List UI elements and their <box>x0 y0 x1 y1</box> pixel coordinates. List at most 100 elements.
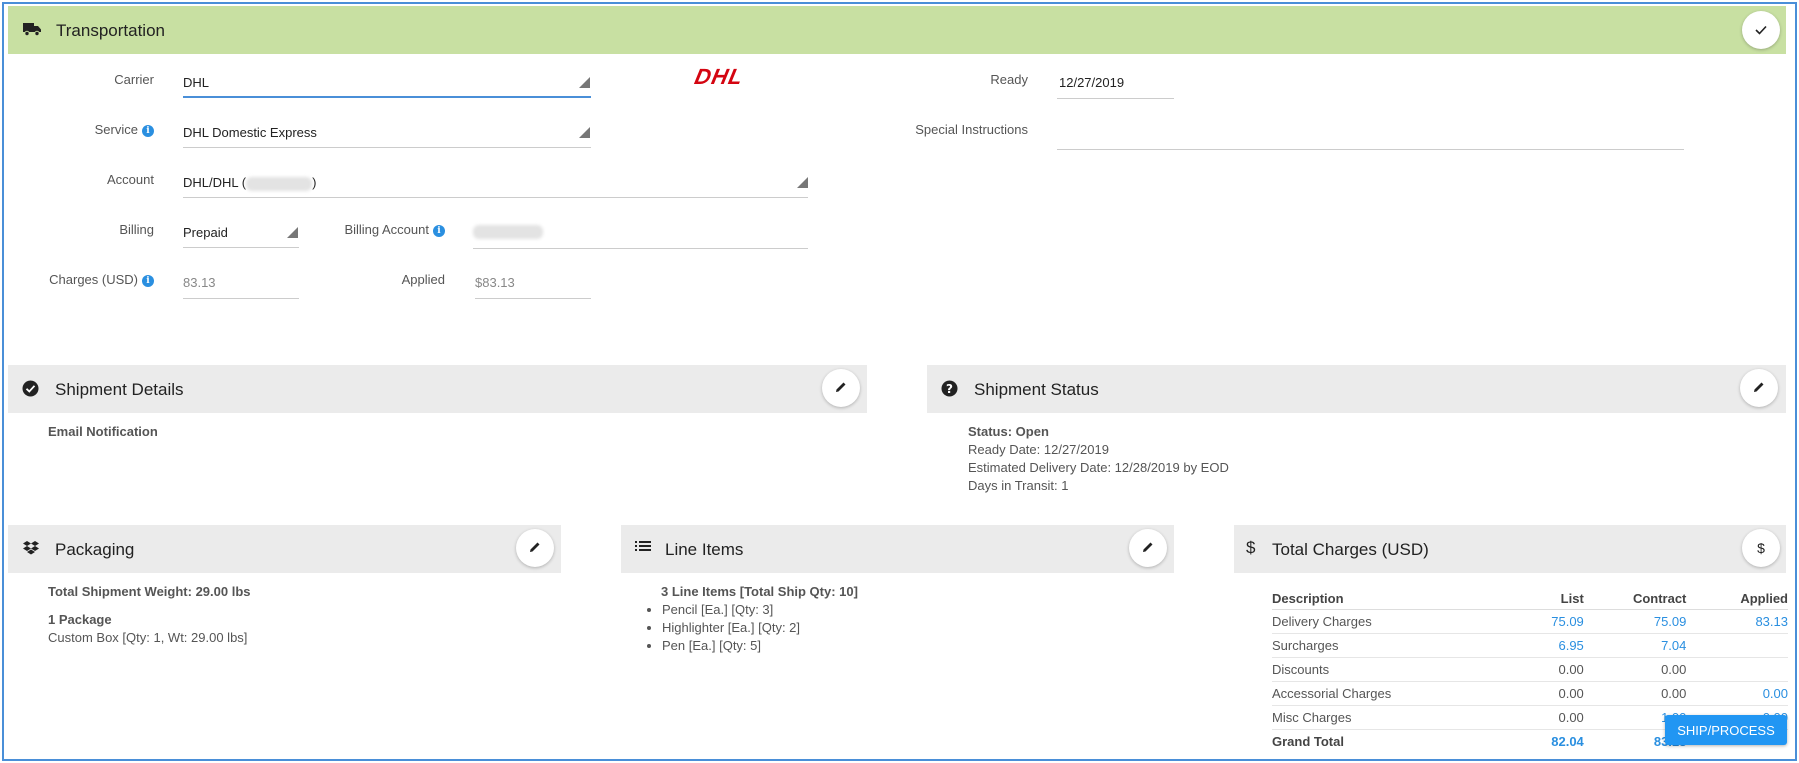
table-cell-link[interactable]: 7.04 <box>1583 633 1687 658</box>
table-cell: 0.00 <box>1483 657 1584 682</box>
carrier-select-underline <box>183 96 591 98</box>
total-charges-title: Total Charges (USD) <box>1272 540 1429 559</box>
billing-account-underline <box>473 248 808 249</box>
account-dropdown-arrow[interactable] <box>797 177 808 188</box>
info-icon[interactable]: i <box>142 275 154 287</box>
table-cell: 0.00 <box>1483 705 1584 730</box>
truck-icon <box>23 22 41 39</box>
edit-shipment-details-button[interactable] <box>822 369 860 407</box>
applied-label: Applied <box>401 272 445 287</box>
charges-value: 83.13 <box>183 275 216 290</box>
pencil-icon <box>529 541 541 556</box>
column-header: Contract <box>1583 587 1687 610</box>
shipment-status-header: ? Shipment Status <box>927 365 1786 413</box>
table-row: Discounts 0.00 0.00 <box>1272 657 1788 682</box>
ready-date-underline <box>1057 98 1174 99</box>
carrier-select-value[interactable]: DHL <box>183 75 209 90</box>
ship-process-button[interactable]: SHIP/PROCESS <box>1665 715 1787 745</box>
redacted-account-number <box>246 176 313 191</box>
table-header-row: Description List Contract Applied <box>1272 587 1788 610</box>
service-label: Service i <box>40 122 154 137</box>
charges-underline <box>183 298 299 299</box>
table-cell: 0.00 <box>1583 657 1687 682</box>
edit-line-items-button[interactable] <box>1129 529 1167 567</box>
pencil-icon <box>835 381 847 396</box>
table-cell-link[interactable]: 82.04 <box>1483 730 1584 754</box>
list-item: Pen [Ea.] [Qty: 5] <box>662 637 858 655</box>
line-items-title: Line Items <box>665 540 744 559</box>
info-icon[interactable]: i <box>433 225 445 237</box>
account-select-value[interactable]: DHL/DHL () <box>183 175 316 191</box>
column-header: Applied <box>1686 587 1788 610</box>
dropbox-icon <box>22 540 40 559</box>
redacted-billing-account <box>473 224 543 239</box>
shipment-details-title: Shipment Details <box>55 380 184 399</box>
table-cell-link[interactable]: 6.95 <box>1483 633 1584 658</box>
edit-packaging-button[interactable] <box>516 529 554 567</box>
account-prefix: DHL/DHL ( <box>183 175 247 190</box>
table-cell-link[interactable]: 0.00 <box>1686 681 1788 706</box>
check-icon <box>1755 23 1767 38</box>
status-value: Status: Open <box>968 424 1049 439</box>
billing-account-label-text: Billing Account <box>344 222 429 237</box>
table-cell <box>1686 657 1788 682</box>
line-items-list: Pencil [Ea.] [Qty: 3] Highlighter [Ea.] … <box>644 601 858 655</box>
billing-account-label: Billing Account i <box>320 222 445 237</box>
account-suffix: ) <box>312 175 317 190</box>
carrier-dropdown-arrow[interactable] <box>579 77 590 88</box>
applied-underline <box>475 298 591 299</box>
service-dropdown-arrow[interactable] <box>579 127 590 138</box>
billing-account-input[interactable] <box>473 223 543 239</box>
transportation-title: Transportation <box>56 21 165 40</box>
billing-dropdown-arrow[interactable] <box>287 227 298 238</box>
package-detail-text: Custom Box [Qty: 1, Wt: 29.00 lbs] <box>48 630 248 645</box>
table-row: Accessorial Charges 0.00 0.00 0.00 <box>1272 681 1788 706</box>
shipment-status-info: Status: Open Ready Date: 12/27/2019 Esti… <box>968 423 1229 495</box>
charges-label: Charges (USD) i <box>30 272 154 287</box>
account-select-underline <box>183 197 808 198</box>
special-instructions-underline <box>1057 149 1684 150</box>
billing-select-underline <box>183 247 299 248</box>
estimated-delivery-text: Estimated Delivery Date: 12/28/2019 by E… <box>968 460 1229 475</box>
table-row: Surcharges 6.95 7.04 <box>1272 633 1788 658</box>
packaging-header: Packaging <box>8 525 561 573</box>
table-cell-link[interactable]: 75.09 <box>1483 609 1584 634</box>
carrier-label: Carrier <box>114 72 154 87</box>
column-header: List <box>1483 587 1584 610</box>
edit-shipment-status-button[interactable] <box>1740 369 1778 407</box>
ready-date-text: Ready Date: 12/27/2019 <box>968 442 1109 457</box>
question-circle-icon: ? <box>941 380 958 400</box>
billing-select-value[interactable]: Prepaid <box>183 225 228 240</box>
charges-label-text: Charges (USD) <box>49 272 138 287</box>
table-cell-link[interactable]: 75.09 <box>1583 609 1687 634</box>
dhl-logo: DHL <box>692 64 746 89</box>
table-cell: Grand Total <box>1272 734 1344 750</box>
info-icon[interactable]: i <box>142 125 154 137</box>
line-items-summary: 3 Line Items [Total Ship Qty: 10] <box>661 584 858 599</box>
ready-date-input[interactable]: 12/27/2019 <box>1059 75 1124 90</box>
list-item: Pencil [Ea.] [Qty: 3] <box>662 601 858 619</box>
table-cell-link[interactable]: 83.13 <box>1686 609 1788 634</box>
total-charges-header: $ Total Charges (USD) $ <box>1234 525 1786 573</box>
table-cell: Accessorial Charges <box>1272 681 1484 706</box>
line-items-info: 3 Line Items [Total Ship Qty: 10] Pencil… <box>644 583 858 655</box>
confirm-button[interactable] <box>1742 11 1780 49</box>
line-items-header: Line Items <box>621 525 1174 573</box>
email-notification-label: Email Notification <box>48 424 158 439</box>
shipment-status-title: Shipment Status <box>974 380 1099 399</box>
list-icon <box>635 540 651 555</box>
table-cell: Misc Charges <box>1272 705 1484 730</box>
packaging-title: Packaging <box>55 540 135 559</box>
charges-detail-button[interactable]: $ <box>1742 529 1780 567</box>
list-item: Highlighter [Ea.] [Qty: 2] <box>662 619 858 637</box>
check-circle-icon <box>22 380 39 400</box>
table-cell: 0.00 <box>1583 681 1687 706</box>
table-cell: Discounts <box>1272 657 1484 682</box>
special-instructions-label: Special Instructions <box>915 122 1028 137</box>
pencil-icon <box>1753 381 1765 396</box>
svg-text:?: ? <box>946 382 953 396</box>
table-cell <box>1686 633 1788 658</box>
service-select-value[interactable]: DHL Domestic Express <box>183 125 317 140</box>
service-label-text: Service <box>94 122 138 137</box>
packaging-info: Total Shipment Weight: 29.00 lbs 1 Packa… <box>48 583 251 647</box>
